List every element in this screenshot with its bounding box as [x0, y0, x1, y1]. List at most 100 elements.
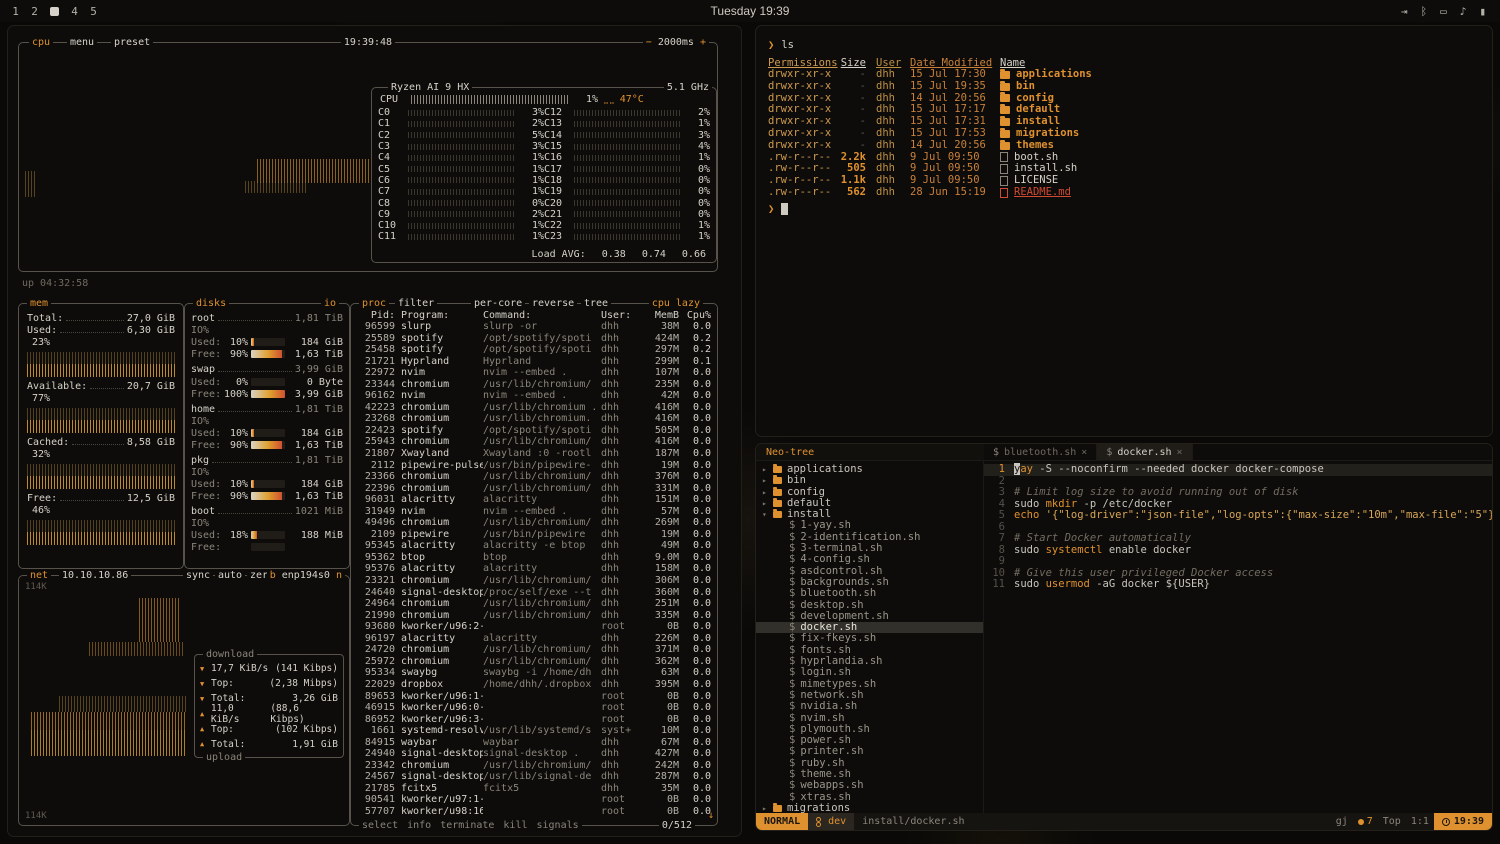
process-row[interactable]: 96031 alacritty alacritty dhh 151M 0.0	[357, 494, 711, 506]
process-row[interactable]: 22396 chromium /usr/lib/chromium/ dhh 33…	[357, 483, 711, 495]
process-table: 96599 slurp slurp -or dhh 38M 0.0 25589 …	[351, 321, 717, 818]
process-row[interactable]: 96599 slurp slurp -or dhh 38M 0.0	[357, 321, 711, 333]
editor-line[interactable]: 5 echo '{"log-driver":"json-file","log-o…	[984, 510, 1492, 522]
process-row[interactable]: 49496 chromium /usr/lib/chromium/ dhh 26…	[357, 517, 711, 529]
reverse-button[interactable]: reverse	[529, 297, 577, 310]
process-row[interactable]: 24940 signal-desktop signal-desktop . dh…	[357, 748, 711, 760]
core-meter	[574, 144, 682, 150]
process-row[interactable]: 23344 chromium /usr/lib/chromium/ dhh 23…	[357, 379, 711, 391]
process-row[interactable]: 2112 pipewire-pulse /usr/bin/pipewire- d…	[357, 460, 711, 472]
line-number: 3	[984, 487, 1014, 499]
net-auto-button[interactable]: auto	[215, 569, 245, 582]
process-row[interactable]: 95334 swaybg swaybg -i /home/dh dhh 63M …	[357, 667, 711, 679]
process-row[interactable]: 93680 kworker/u96:2-gf root 0B 0.0	[357, 621, 711, 633]
process-row[interactable]: 21990 chromium /usr/lib/chromium/ dhh 33…	[357, 610, 711, 622]
process-row[interactable]: 24964 chromium /usr/lib/chromium/ dhh 25…	[357, 598, 711, 610]
process-row[interactable]: 21785 fcitx5 fcitx5 dhh 35M 0.0	[357, 783, 711, 795]
sort-mode[interactable]: cpu lazy	[649, 297, 703, 310]
tree-item[interactable]: $ nvidia.sh	[756, 701, 983, 712]
process-row[interactable]: 21807 Xwayland Xwayland :0 -rootl dhh 18…	[357, 448, 711, 460]
process-row[interactable]: 21721 Hyprland Hyprland dhh 299M 0.1	[357, 356, 711, 368]
process-row[interactable]: 23268 chromium /usr/lib/chromium. dhh 41…	[357, 413, 711, 425]
process-row[interactable]: 22972 nvim nvim --embed . dhh 107M 0.0	[357, 367, 711, 379]
tree-item[interactable]: $ 4-config.sh	[756, 554, 983, 565]
filter-button[interactable]: filter	[395, 297, 437, 310]
process-row[interactable]: 23366 chromium /usr/lib/chromium/ dhh 37…	[357, 471, 711, 483]
editor-line[interactable]: 8 sudo systemctl enable docker	[984, 545, 1492, 557]
process-row[interactable]: 24720 chromium /usr/lib/chromium/ dhh 37…	[357, 644, 711, 656]
process-row[interactable]: 89653 kworker/u96:1-sd root 0B 0.0	[357, 691, 711, 703]
net-sync-button[interactable]: sync	[183, 569, 213, 582]
close-tab-icon[interactable]: ×	[1081, 447, 1087, 458]
process-row[interactable]: 25972 chromium /usr/lib/chromium/ dhh 36…	[357, 656, 711, 668]
volume-icon[interactable]: ♪	[1460, 5, 1467, 18]
proc-action-button[interactable]: terminate	[440, 819, 494, 832]
tree-button[interactable]: tree	[581, 297, 611, 310]
cpu-model: Ryzen AI 9 HX	[388, 81, 472, 94]
workspace-button[interactable]	[50, 7, 59, 16]
io-mode-button[interactable]: io	[321, 297, 339, 310]
workspace-button[interactable]: 2	[31, 5, 38, 18]
process-row[interactable]: 25943 chromium /usr/lib/chromium/ dhh 41…	[357, 436, 711, 448]
process-row[interactable]: 46915 kworker/u96:0-dm root 0B 0.0	[357, 702, 711, 714]
display-icon[interactable]: ▭	[1440, 5, 1447, 18]
workspace-button[interactable]: 5	[90, 5, 97, 18]
workspace-button[interactable]: 1	[12, 5, 19, 18]
process-row[interactable]: 31949 nvim nvim --embed . dhh 57M 0.0	[357, 506, 711, 518]
buffer-tab[interactable]: $ bluetooth.sh ×	[984, 444, 1097, 460]
bluetooth-icon[interactable]: ᛒ	[1421, 5, 1428, 18]
process-row[interactable]: 96197 alacritty alacritty dhh 226M 0.0	[357, 633, 711, 645]
process-row[interactable]: 22423 spotify /opt/spotify/spoti dhh 505…	[357, 425, 711, 437]
editor-pane[interactable]: 1 yay -S --noconfirm --needed docker doc…	[984, 461, 1492, 813]
disk-used-bar	[251, 531, 285, 539]
process-row[interactable]: 24567 signal-desktop /usr/lib/signal-de …	[357, 771, 711, 783]
buffer-tab[interactable]: $ docker.sh ×	[1097, 444, 1192, 460]
disk-entry: pkg1,81 TiB IO% Used: 10% 184 GiB Free: …	[191, 455, 343, 502]
process-row[interactable]: 95362 btop btop dhh 9.0M 0.0	[357, 552, 711, 564]
process-row[interactable]: 23321 chromium /usr/lib/chromium/ dhh 30…	[357, 575, 711, 587]
process-row[interactable]: 25458 spotify /opt/spotify/spoti dhh 297…	[357, 344, 711, 356]
tree-item[interactable]: $ login.sh	[756, 667, 983, 678]
tray-expand-icon[interactable]: ⇥	[1401, 5, 1408, 18]
close-tab-icon[interactable]: ×	[1177, 447, 1183, 458]
tree-item[interactable]: ▸ bin	[756, 475, 983, 486]
process-row[interactable]: 95376 alacritty alacritty dhh 158M 0.0	[357, 563, 711, 575]
net-ip-address: 10.10.10.86	[59, 569, 131, 582]
process-row[interactable]: 22029 dropbox /home/dhh/.dropbox dhh 395…	[357, 679, 711, 691]
refresh-interval-control[interactable]: − 2000ms +	[643, 36, 709, 49]
editor-line[interactable]: 1 yay -S --noconfirm --needed docker doc…	[984, 464, 1492, 476]
process-row[interactable]: 90541 kworker/u97:1-bt root 0B 0.0	[357, 794, 711, 806]
workspace-button[interactable]: 4	[71, 5, 78, 18]
net-interface-switcher[interactable]: b enp194s0 n	[267, 569, 345, 582]
proc-action-button[interactable]: signals	[537, 819, 579, 832]
proc-action-button[interactable]: info	[407, 819, 431, 832]
process-row[interactable]: 86952 kworker/u96:3-sd root 0B 0.0	[357, 714, 711, 726]
process-row[interactable]: 84915 waybar waybar dhh 67M 0.0	[357, 737, 711, 749]
process-row[interactable]: 25589 spotify /opt/spotify/spoti dhh 424…	[357, 333, 711, 345]
process-row[interactable]: 95345 alacritty alacritty -e btop dhh 49…	[357, 540, 711, 552]
process-row[interactable]: 1661 systemd-resolve /usr/lib/systemd/s …	[357, 725, 711, 737]
tree-item[interactable]: $ webapps.sh	[756, 780, 983, 791]
scroll-down-indicator[interactable]: ↓	[708, 810, 714, 821]
tree-item[interactable]: ▸ migrations	[756, 803, 983, 813]
preset-button[interactable]: preset	[111, 36, 153, 49]
proc-action-button[interactable]: select	[362, 819, 398, 832]
process-row[interactable]: 42223 chromium /usr/lib/chromium . dhh 4…	[357, 402, 711, 414]
disk-used-row: Used: 18% 188 MiB	[191, 529, 343, 541]
editor-line[interactable]: 11 sudo usermod -aG docker ${USER}	[984, 579, 1492, 591]
menu-button[interactable]: menu	[67, 36, 97, 49]
battery-icon[interactable]: ▮	[1479, 5, 1486, 18]
ls-row: .rw-r--r-- 2.2k dhh 9 Jul 09:50 boot.sh	[768, 152, 1480, 164]
process-row[interactable]: 23342 chromium /usr/lib/chromium/ dhh 24…	[357, 760, 711, 772]
proc-box-title: proc	[359, 297, 389, 310]
shell-prompt-line[interactable]: ❯	[768, 202, 1480, 216]
proc-action-button[interactable]: kill	[503, 819, 527, 832]
per-core-button[interactable]: per-core	[471, 297, 525, 310]
process-row[interactable]: 24640 signal-desktop /proc/self/exe --t …	[357, 587, 711, 599]
tree-item[interactable]: $ bluetooth.sh	[756, 588, 983, 599]
system-tray: ⇥ ᛒ ▭ ♪ ▮	[1401, 5, 1500, 18]
process-row[interactable]: 96162 nvim nvim --embed . dhh 42M 0.0	[357, 390, 711, 402]
process-row[interactable]: 2109 pipewire /usr/bin/pipewire dhh 19M …	[357, 529, 711, 541]
process-row[interactable]: 57707 kworker/u98:16-b root 0B 0.0	[357, 806, 711, 818]
status-bar: 1 2 4 5 Tuesday 19:39 ⇥ ᛒ ▭ ♪ ▮	[0, 0, 1500, 22]
